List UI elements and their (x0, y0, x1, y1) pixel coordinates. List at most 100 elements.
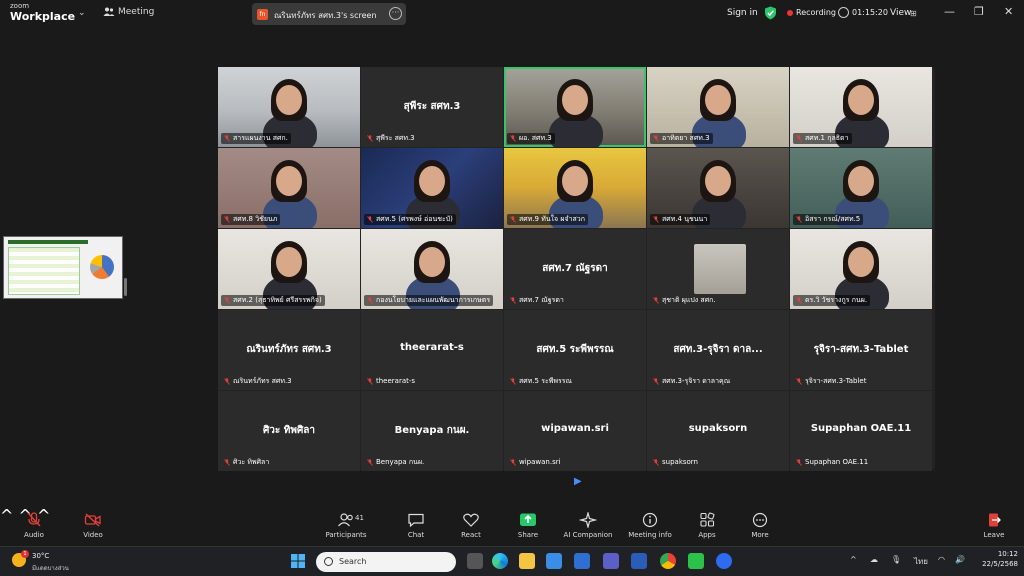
zoom-app-icon[interactable] (716, 553, 732, 569)
chrome-icon[interactable] (660, 553, 676, 569)
encryption-shield-icon[interactable] (764, 6, 777, 20)
view-grid-icon[interactable]: ⊞ (910, 9, 917, 18)
edge-browser-icon[interactable] (492, 553, 508, 569)
participant-tile[interactable]: ศิวะ ทิพศิลา ศิวะ ทิพศิลา (218, 391, 360, 471)
system-clock[interactable]: 10:12 22/5/2568 (974, 550, 1018, 568)
chat-button[interactable]: Chat (402, 506, 430, 546)
participant-face (276, 247, 302, 277)
participant-tile[interactable]: wipawan.sri wipawan.sri (504, 391, 646, 471)
onedrive-icon[interactable]: ☁ (870, 555, 878, 564)
participant-name-label: สศท.8 วิชัยนภ (221, 214, 281, 225)
muted-mic-icon (796, 135, 802, 142)
meeting-label[interactable]: Meeting (118, 7, 154, 17)
brand-chevron-down-icon[interactable]: ⌄ (78, 8, 86, 18)
taskbar-search-box[interactable]: Search (316, 552, 456, 572)
participant-display-name: Supaphan OAE.11 (810, 423, 912, 434)
participant-name-text: ผอ. สศท.3 (519, 134, 552, 142)
ai-companion-label: AI Companion (563, 531, 613, 539)
participants-count: 41 (355, 514, 364, 522)
participant-tile[interactable]: สศท.9 ทันใจ ผจำสวก (504, 148, 646, 228)
minimize-icon[interactable]: — (944, 5, 955, 18)
participant-name-label: wipawan.sri (507, 457, 564, 468)
react-button[interactable]: React (456, 506, 486, 546)
wifi-icon[interactable]: ◠ (938, 555, 945, 564)
muted-mic-icon (224, 459, 230, 466)
muted-mic-icon (653, 135, 659, 142)
participant-tile[interactable]: Supaphan OAE.11 Supaphan OAE.11 (790, 391, 932, 471)
participant-tile[interactable]: ณรินทร์ภัทร สศท.3 ณรินทร์ภัทร สศท.3 (218, 310, 360, 390)
participant-tile[interactable]: กองนโยบายและแผนพัฒนาการเกษตร (361, 229, 503, 309)
share-button[interactable]: Share (512, 506, 544, 546)
zoom-workplace-logo: zoom Workplace (10, 3, 75, 23)
participant-name-text: สศท.5 (ศรพงษ์ อ่อนชะบั) (376, 215, 453, 223)
restore-icon[interactable]: ❐ (974, 5, 984, 18)
muted-mic-icon (510, 459, 516, 466)
participant-tile[interactable]: theerarat-s theerarat-s (361, 310, 503, 390)
file-explorer-icon[interactable] (519, 553, 535, 569)
tray-mic-icon[interactable]: 🎙 (891, 555, 901, 564)
teams-icon[interactable] (603, 553, 619, 569)
apps-label: Apps (698, 531, 716, 539)
sign-in-link[interactable]: Sign in (727, 8, 758, 18)
participant-face (848, 247, 874, 277)
participant-tile[interactable]: สุพีระ สศท.3 สุพีระ สศท.3 (361, 67, 503, 147)
participant-tile[interactable]: supaksorn supaksorn (647, 391, 789, 471)
participant-tile[interactable]: สศท.7 ณัฐรดา สศท.7 ณัฐรดา (504, 229, 646, 309)
word-icon[interactable] (631, 553, 647, 569)
line-app-icon[interactable] (688, 553, 704, 569)
participant-tile[interactable]: ผอ. สศท.3 (504, 67, 646, 147)
participant-tile[interactable]: อิสรา กรณ์/สศท.5 (790, 148, 932, 228)
view-menu-button[interactable]: View (890, 8, 911, 18)
participant-tile[interactable]: รุจิรา-สศท.3-Tablet รุจิรา-สศท.3-Tablet (790, 310, 932, 390)
audio-button[interactable]: Audio (18, 506, 50, 546)
participant-name-label: ณรินทร์ภัทร สศท.3 (221, 376, 295, 387)
meeting-info-button[interactable]: Meeting info (626, 506, 674, 546)
thumbnail-drag-handle[interactable] (124, 278, 127, 296)
participant-tile[interactable]: สศท.4 นุชนนา (647, 148, 789, 228)
participant-tile[interactable]: สศท.5 (ศรพงษ์ อ่อนชะบั) (361, 148, 503, 228)
screen-share-indicator[interactable]: fn ณรินทร์ภัทร สศท.3's screen ··· (252, 3, 406, 25)
participant-face (705, 85, 731, 115)
participant-name-text: สศท.2 (สุธาทิพย์ ศรีสรรพกิจ) (233, 296, 322, 304)
language-indicator[interactable]: ไทย (914, 555, 928, 568)
windows-start-icon[interactable] (290, 553, 306, 569)
participant-tile[interactable]: Benyapa กนผ. Benyapa กนผ. (361, 391, 503, 471)
participant-tile[interactable]: สศท.5 ระพีพรรณ สศท.5 ระพีพรรณ (504, 310, 646, 390)
participant-name-text: สารแผนงาน สศก. (233, 134, 288, 142)
video-label: Video (83, 531, 103, 539)
muted-mic-icon (367, 135, 373, 142)
participant-name-text: สศท.1 กุลธิดา (805, 134, 849, 142)
participants-button[interactable]: Participants (322, 506, 370, 546)
participant-tile[interactable]: สารแผนงาน สศก. (218, 67, 360, 147)
participant-small-video (694, 244, 746, 294)
outlook-icon[interactable] (546, 553, 562, 569)
participant-tile[interactable]: อาทิตยา สศท.3 (647, 67, 789, 147)
video-button[interactable]: Video (78, 506, 108, 546)
muted-mic-icon (224, 297, 230, 304)
leave-button[interactable]: Leave (980, 506, 1008, 546)
more-button[interactable]: More (746, 506, 774, 546)
apps-button[interactable]: Apps (693, 506, 721, 546)
share-options-icon[interactable]: ··· (389, 7, 402, 20)
shared-screen-thumbnail[interactable] (3, 236, 123, 299)
participant-name-label: กองนโยบายและแผนพัฒนาการเกษตร (364, 295, 494, 306)
volume-icon[interactable]: 🔊 (955, 555, 965, 564)
participant-tile[interactable]: ดร.วิ วัชรางกูร กนผ. (790, 229, 932, 309)
tray-overflow-chevron-icon[interactable]: ^ (850, 555, 857, 564)
sharer-app-icon: fn (257, 9, 268, 20)
participant-tile[interactable]: สศท.8 วิชัยนภ (218, 148, 360, 228)
next-page-arrow-icon[interactable]: ▶ (574, 476, 582, 487)
audio-options-icon[interactable]: ^ (0, 506, 13, 525)
close-icon[interactable]: ✕ (1004, 5, 1013, 18)
participant-name-label: Benyapa กนผ. (364, 457, 427, 468)
ai-companion-button[interactable]: AI Companion (561, 506, 615, 546)
task-view-icon[interactable] (467, 553, 483, 569)
microsoft-store-icon[interactable] (574, 553, 590, 569)
participant-display-name: สศท.3-รุจิรา ดาล... (673, 344, 763, 355)
participant-tile[interactable]: สศท.3-รุจิรา ดาล... สศท.3-รุจิรา ดาลาคุณ (647, 310, 789, 390)
muted-mic-icon (653, 297, 659, 304)
recording-status[interactable]: Recording (796, 8, 836, 17)
thumbnail-header (8, 240, 88, 244)
participant-tile[interactable]: สศท.1 กุลธิดา (790, 67, 932, 147)
participant-tile[interactable]: สศท.2 (สุธาทิพย์ ศรีสรรพกิจ) (218, 229, 360, 309)
